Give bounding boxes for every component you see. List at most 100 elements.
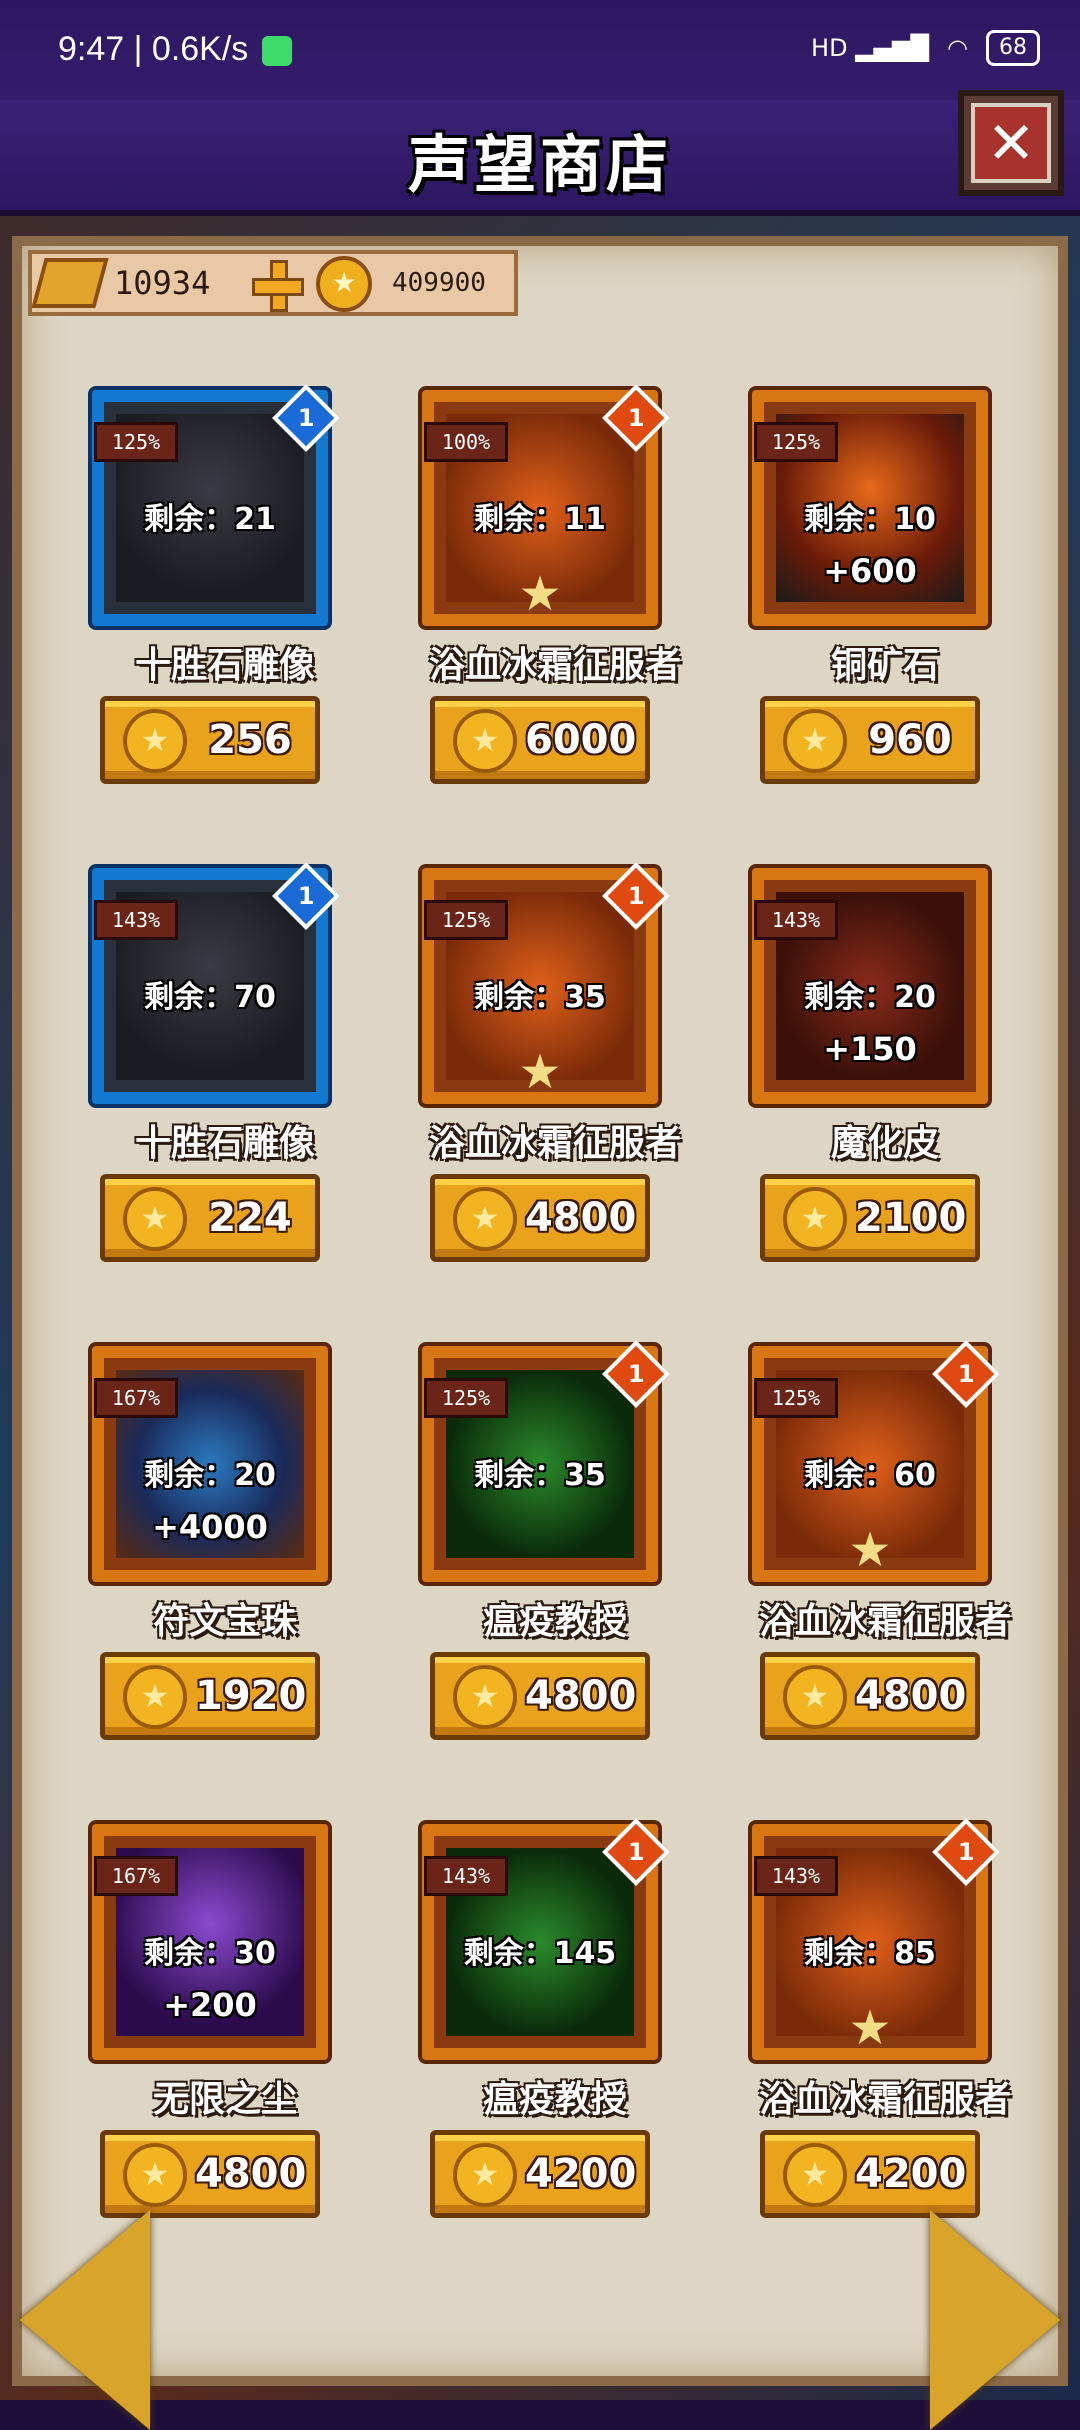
remaining-count: 剩余：85 <box>804 1936 936 1971</box>
item-name: 浴血冰霜征服者 <box>758 2079 1011 2120</box>
shop-item[interactable]: 125% 1 剩余：21 十胜石雕像 ★ 256 <box>60 384 390 810</box>
price-amount: 4200 <box>855 2151 967 2197</box>
shop-item[interactable]: 100% 1 剩余：11 ★ 浴血冰霜征服者 ★ 6000 <box>390 384 720 810</box>
bonus-amount: +600 <box>823 552 917 590</box>
rarity-level: 1 <box>957 1359 975 1388</box>
item-frame[interactable]: 125% 1 剩余：60 ★ <box>752 1340 1000 1582</box>
remaining-count: 剩余：30 <box>144 1936 276 1971</box>
shop-item[interactable]: 143% 剩余：20 +150 魔化皮 ★ 2100 <box>720 868 1050 1288</box>
item-frame[interactable]: 100% 1 剩余：11 ★ <box>422 384 670 626</box>
price-amount: 960 <box>868 717 952 763</box>
buy-button[interactable]: ★ 4800 <box>100 2130 320 2218</box>
item-frame[interactable]: 125% 剩余：10 +600 <box>752 390 988 626</box>
price-amount: 4800 <box>855 1673 967 1719</box>
page-title: 声望商店 <box>407 128 672 201</box>
item-frame[interactable]: 143% 1 剩余：145 <box>422 1818 670 2060</box>
rarity-level: 1 <box>627 1359 645 1388</box>
remaining-count: 剩余：70 <box>144 980 276 1015</box>
shop-item[interactable]: 143% 1 剩余：145 瘟疫教授 ★ 4200 <box>390 1818 720 2244</box>
bonus-amount: +150 <box>823 1030 917 1068</box>
discount-badge: 167% <box>94 1378 178 1418</box>
price-amount: 2100 <box>855 1195 967 1241</box>
shop-item[interactable]: 167% 剩余：30 +200 无限之尘 ★ 4800 <box>60 1824 390 2244</box>
shop-header: 声望商店 <box>0 100 1080 216</box>
item-name: 十胜石雕像 <box>134 645 315 686</box>
item-name: 浴血冰霜征服者 <box>428 1123 681 1164</box>
coin-icon: ★ <box>123 2143 187 2207</box>
currency-bar: 10934 ★ 409900 <box>28 250 518 316</box>
remaining-count: 剩余：20 <box>804 980 936 1015</box>
price-amount: 6000 <box>525 717 637 763</box>
gold-bar-amount: 10934 <box>114 264 211 302</box>
price-amount: 256 <box>208 717 292 763</box>
buy-button[interactable]: ★ 224 <box>100 1174 320 1262</box>
gold-bar-icon <box>31 258 109 308</box>
coin-icon: ★ <box>783 1187 847 1251</box>
remaining-count: 剩余：11 <box>474 502 606 537</box>
rarity-level: 1 <box>627 1837 645 1866</box>
price-amount: 4800 <box>195 2151 307 2197</box>
wifi-icon: ◠ <box>947 34 968 62</box>
discount-badge: 125% <box>94 422 178 462</box>
item-frame[interactable]: 167% 剩余：30 +200 <box>92 1824 328 2060</box>
coin-icon: ★ <box>453 1665 517 1729</box>
coin-icon: ★ <box>453 709 517 773</box>
status-time: 9:47 | 0.6K/s <box>58 30 249 68</box>
item-frame[interactable]: 143% 剩余：20 +150 <box>752 868 988 1104</box>
shop-item[interactable]: 167% 剩余：20 +4000 符文宝珠 ★ 1920 <box>60 1346 390 1766</box>
buy-button[interactable]: ★ 4800 <box>430 1652 650 1740</box>
reputation-coin-amount: 409900 <box>392 268 486 298</box>
item-name: 瘟疫教授 <box>482 1601 627 1642</box>
star-icon: ★ <box>518 566 562 622</box>
buy-button[interactable]: ★ 4200 <box>760 2130 980 2218</box>
rarity-level: 1 <box>627 403 645 432</box>
buy-button[interactable]: ★ 1920 <box>100 1652 320 1740</box>
buy-button[interactable]: ★ 4800 <box>760 1652 980 1740</box>
status-bar: 9:47 | 0.6K/s HD ▂▄▆█ ◠ 68 <box>0 0 1080 100</box>
price-amount: 4200 <box>525 2151 637 2197</box>
shop-item[interactable]: 143% 1 剩余：85 ★ 浴血冰霜征服者 ★ 4200 <box>720 1818 1050 2244</box>
coin-icon: ★ <box>123 1665 187 1729</box>
bonus-amount: +4000 <box>152 1508 268 1546</box>
rarity-level: 1 <box>957 1837 975 1866</box>
buy-button[interactable]: ★ 960 <box>760 696 980 784</box>
buy-button[interactable]: ★ 256 <box>100 696 320 784</box>
discount-badge: 167% <box>94 1856 178 1896</box>
remaining-count: 剩余：60 <box>804 1458 936 1493</box>
buy-button[interactable]: ★ 4200 <box>430 2130 650 2218</box>
item-frame[interactable]: 143% 1 剩余：85 ★ <box>752 1818 1000 2060</box>
price-amount: 1920 <box>195 1673 307 1719</box>
item-frame[interactable]: 125% 1 剩余：21 <box>92 384 340 626</box>
item-frame[interactable]: 143% 1 剩余：70 <box>92 862 340 1104</box>
next-page-arrow-icon[interactable] <box>930 2210 1060 2430</box>
battery-icon: 68 <box>986 30 1040 66</box>
price-amount: 224 <box>208 1195 292 1241</box>
item-frame[interactable]: 167% 剩余：20 +4000 <box>92 1346 328 1582</box>
add-currency-button[interactable] <box>250 258 306 314</box>
star-icon: ★ <box>848 1522 892 1578</box>
discount-badge: 143% <box>754 900 838 940</box>
remaining-count: 剩余：10 <box>804 502 936 537</box>
item-frame[interactable]: 125% 1 剩余：35 <box>422 1340 670 1582</box>
buy-button[interactable]: ★ 4800 <box>430 1174 650 1262</box>
rarity-level: 1 <box>297 403 315 432</box>
shop-item[interactable]: 143% 1 剩余：70 十胜石雕像 ★ 224 <box>60 862 390 1288</box>
buy-button[interactable]: ★ 2100 <box>760 1174 980 1262</box>
remaining-count: 剩余：145 <box>463 1936 617 1971</box>
coin-icon: ★ <box>123 709 187 773</box>
shop-item[interactable]: 125% 1 剩余：35 ★ 浴血冰霜征服者 ★ 4800 <box>390 862 720 1288</box>
close-button[interactable]: ✕ <box>958 90 1064 196</box>
shop-item[interactable]: 125% 剩余：10 +600 铜矿石 ★ 960 <box>720 390 1050 810</box>
shop-item[interactable]: 125% 1 剩余：35 瘟疫教授 ★ 4800 <box>390 1340 720 1766</box>
discount-badge: 100% <box>424 422 508 462</box>
discount-badge: 143% <box>94 900 178 940</box>
coin-icon: ★ <box>453 1187 517 1251</box>
shop-item[interactable]: 125% 1 剩余：60 ★ 浴血冰霜征服者 ★ 4800 <box>720 1340 1050 1766</box>
prev-page-arrow-icon[interactable] <box>20 2210 150 2430</box>
item-frame[interactable]: 125% 1 剩余：35 ★ <box>422 862 670 1104</box>
item-name: 十胜石雕像 <box>134 1123 315 1164</box>
buy-button[interactable]: ★ 6000 <box>430 696 650 784</box>
bonus-amount: +200 <box>163 1986 257 2024</box>
close-icon: ✕ <box>971 103 1051 183</box>
coin-icon: ★ <box>123 1187 187 1251</box>
